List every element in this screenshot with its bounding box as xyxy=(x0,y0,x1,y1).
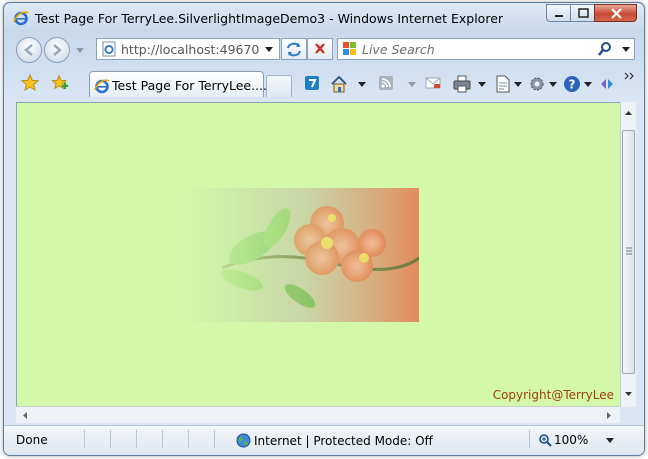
address-text[interactable]: http://localhost:49670/T xyxy=(121,42,259,57)
home-icon[interactable] xyxy=(330,75,348,93)
maximize-icon xyxy=(578,8,589,18)
minimize-icon xyxy=(555,15,563,17)
status-divider xyxy=(188,430,189,448)
scroll-left-icon[interactable] xyxy=(22,411,28,420)
address-bar[interactable]: http://localhost:49670/T xyxy=(96,38,280,60)
help-caret[interactable] xyxy=(584,82,592,87)
tools-gear-icon[interactable] xyxy=(528,75,546,93)
search-box[interactable]: Live Search xyxy=(337,38,635,60)
status-divider xyxy=(84,430,85,448)
zoom-level: 100% xyxy=(554,433,589,447)
page-favicon-icon xyxy=(102,41,116,57)
window-title: Test Page For TerryLee.SilverlightImageD… xyxy=(35,11,504,26)
page-content: Copyright@TerryLee xyxy=(16,102,620,406)
status-bar: Done Internet | Protected Mode: Off 100% xyxy=(4,425,644,454)
zoom-control[interactable]: 100% xyxy=(538,433,588,447)
copyright-text: Copyright@TerryLee xyxy=(492,388,614,402)
tab-toolbar: Test Page For TerryLee.... ? xyxy=(4,69,644,99)
grip-icon xyxy=(626,247,632,255)
live-search-logo-icon xyxy=(343,42,356,55)
close-button[interactable] xyxy=(594,4,637,22)
minimize-button[interactable] xyxy=(546,4,571,22)
recent-pages-caret[interactable] xyxy=(76,48,84,53)
mail-icon[interactable] xyxy=(424,75,442,93)
zoom-caret[interactable] xyxy=(606,438,614,443)
refresh-button[interactable] xyxy=(281,38,307,60)
tab-ie-icon xyxy=(94,79,110,94)
security-zone-text: Internet | Protected Mode: Off xyxy=(254,434,433,448)
status-text: Done xyxy=(16,433,48,447)
maximize-button[interactable] xyxy=(570,4,595,22)
add-favorites-icon[interactable] xyxy=(51,74,69,92)
svg-text:?: ? xyxy=(569,78,576,92)
scroll-down-icon[interactable] xyxy=(624,391,633,397)
print-caret[interactable] xyxy=(478,82,486,87)
stop-icon xyxy=(315,43,325,54)
back-icon xyxy=(24,44,33,56)
scroll-up-icon[interactable] xyxy=(624,110,633,116)
title-bar: Test Page For TerryLee.SilverlightImageD… xyxy=(4,3,644,33)
rss-feed-icon[interactable] xyxy=(378,75,396,93)
tools-caret[interactable] xyxy=(549,82,557,87)
status-divider xyxy=(162,430,163,448)
globe-icon xyxy=(236,433,251,448)
tab-label[interactable]: Test Page For TerryLee.... xyxy=(112,78,267,93)
home-caret[interactable] xyxy=(358,82,366,87)
status-divider xyxy=(529,430,530,448)
more-commands-chevron-icon[interactable] xyxy=(624,71,636,81)
search-icon[interactable] xyxy=(597,41,613,57)
favorites-star-icon[interactable] xyxy=(21,74,39,92)
page-icon[interactable] xyxy=(494,75,512,93)
back-button[interactable] xyxy=(16,37,42,63)
browser-window: Test Page For TerryLee.SilverlightImageD… xyxy=(3,2,645,456)
ie-logo-icon xyxy=(13,11,29,26)
status-divider xyxy=(214,430,215,448)
flower-image xyxy=(182,188,419,322)
status-divider xyxy=(110,430,111,448)
search-options-caret[interactable] xyxy=(622,47,630,52)
feeds-caret[interactable] xyxy=(408,82,416,87)
new-tab-button[interactable] xyxy=(266,75,292,97)
help-icon[interactable]: ? xyxy=(563,75,581,93)
print-icon[interactable] xyxy=(453,75,471,93)
scroll-right-icon[interactable] xyxy=(606,411,612,420)
zoom-magnifier-icon xyxy=(539,434,552,447)
security-zone[interactable]: Internet | Protected Mode: Off xyxy=(236,433,433,448)
research-icon[interactable] xyxy=(598,75,616,93)
horizontal-scrollbar[interactable] xyxy=(16,406,620,423)
forward-button[interactable] xyxy=(44,37,70,63)
address-dropdown-caret[interactable] xyxy=(265,47,273,52)
status-divider xyxy=(136,430,137,448)
search-placeholder[interactable]: Live Search xyxy=(362,42,435,57)
tab-current-page[interactable]: Test Page For TerryLee.... xyxy=(89,71,267,97)
forward-icon xyxy=(53,44,62,56)
navigation-bar: http://localhost:49670/T Live Search xyxy=(4,36,644,66)
page-caret[interactable] xyxy=(514,82,522,87)
vertical-scroll-thumb[interactable] xyxy=(622,130,635,374)
close-icon xyxy=(611,8,622,19)
stop-button[interactable] xyxy=(307,38,333,60)
vertical-scrollbar[interactable] xyxy=(620,102,636,407)
quick-tabs-icon[interactable] xyxy=(304,75,322,93)
refresh-icon xyxy=(287,42,301,57)
